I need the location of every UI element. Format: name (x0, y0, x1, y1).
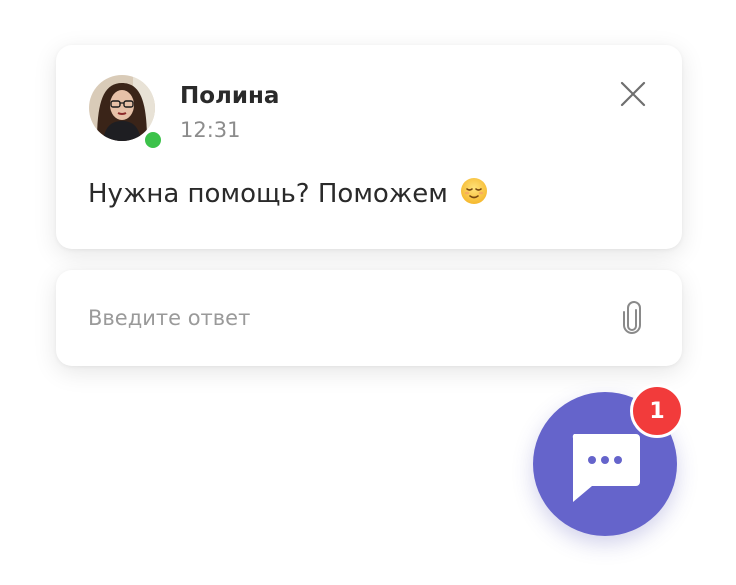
unread-badge: 1 (630, 384, 684, 438)
message-card: Полина 12:31 Нужна помощь? Поможем (56, 45, 682, 249)
message-time: 12:31 (180, 118, 241, 142)
sender-name: Полина (180, 83, 280, 109)
reply-input[interactable] (88, 300, 598, 336)
close-button[interactable] (617, 78, 649, 110)
message-body: Нужна помощь? Поможем (88, 179, 448, 209)
relieved-face-emoji (461, 178, 488, 204)
attach-button[interactable] (620, 300, 644, 336)
reply-card (56, 270, 682, 366)
message-text: Нужна помощь? Поможем (88, 177, 488, 209)
chat-widget: Полина 12:31 Нужна помощь? Поможем Введи… (0, 0, 736, 585)
paperclip-icon (623, 301, 641, 334)
close-icon (620, 81, 646, 107)
chat-bubble-icon (572, 434, 640, 502)
online-status-dot (142, 129, 164, 151)
